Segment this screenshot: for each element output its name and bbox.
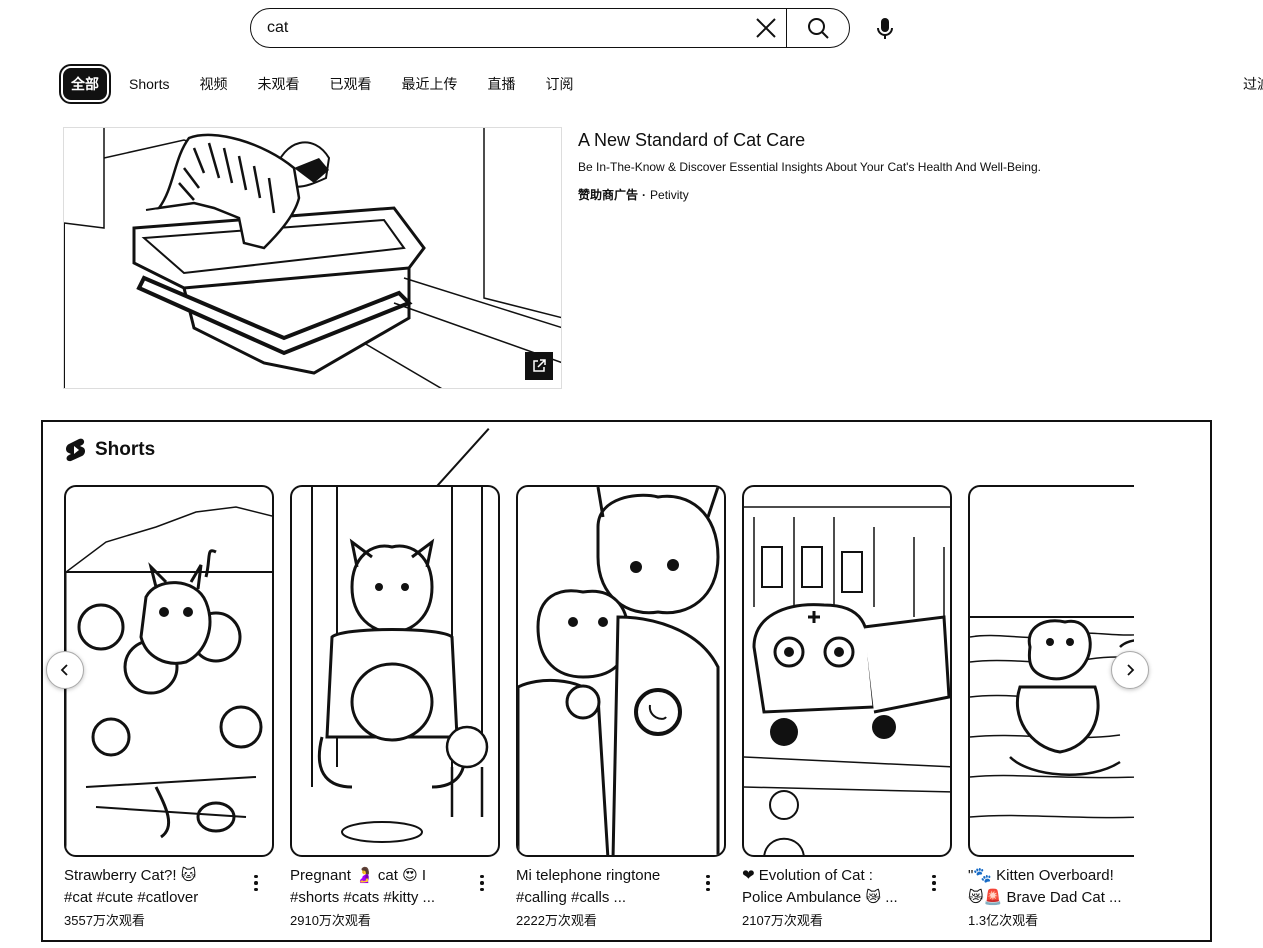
short-thumbnail[interactable] — [516, 485, 726, 857]
short-title-line-1: ❤ Evolution of Cat : — [742, 867, 873, 884]
open-external-button[interactable] — [525, 352, 553, 380]
cat-ambulance-image — [744, 506, 950, 855]
close-icon — [756, 18, 776, 38]
more-vert-icon — [254, 874, 258, 879]
search-icon — [808, 18, 829, 39]
kittens-phone-image — [518, 487, 720, 855]
microphone-icon — [877, 18, 893, 39]
short-thumbnail[interactable] — [968, 485, 1134, 857]
short-title-line-1: Mi telephone ringtone — [516, 867, 661, 884]
short-views: 2107万次观看 — [742, 913, 823, 928]
short-title-line-2: #shorts #cats #kitty ... — [290, 889, 436, 906]
chevron-right-icon — [1127, 664, 1135, 676]
ad-meta: 赞助商广告 · Petivity — [578, 186, 689, 203]
shorts-shelf: Shorts Strawberry Cat?! 🐱 #cat #cute #ca… — [41, 420, 1212, 942]
external-link-icon — [533, 359, 546, 372]
short-title[interactable]: ❤ Evolution of Cat : Police Ambulance 😿 … — [742, 865, 922, 909]
ad-image — [64, 128, 561, 388]
voice-search-button[interactable] — [866, 10, 904, 48]
more-vert-icon — [932, 874, 936, 879]
ad-title[interactable]: A New Standard of Cat Care — [578, 130, 805, 151]
short-card[interactable]: "🐾 Kitten Overboard! 😿🚨 Brave Dad Cat ..… — [968, 485, 1134, 929]
chip-shorts[interactable]: Shorts — [129, 76, 169, 92]
more-vert-icon — [706, 874, 710, 879]
more-options-button[interactable] — [928, 873, 940, 893]
chip-recently-uploaded[interactable]: 最近上传 — [401, 74, 457, 94]
short-title[interactable]: "🐾 Kitten Overboard! 😿🚨 Brave Dad Cat ..… — [968, 865, 1134, 909]
search-bar — [250, 8, 850, 48]
short-thumbnail[interactable] — [742, 485, 952, 857]
separator: · — [642, 188, 647, 202]
more-options-button[interactable] — [476, 873, 488, 893]
ad-thumbnail[interactable] — [63, 127, 562, 389]
short-views: 1.3亿次观看 — [968, 913, 1039, 928]
shorts-logo-icon — [66, 438, 85, 462]
short-card[interactable]: Pregnant 🤰 cat 😍 I #shorts #cats #kitty … — [290, 485, 500, 929]
more-options-button[interactable] — [250, 873, 262, 893]
short-views: 2910万次观看 — [290, 913, 371, 928]
chip-unwatched[interactable]: 未观看 — [257, 74, 299, 94]
scroll-left-button[interactable] — [46, 651, 84, 689]
chip-subscriptions[interactable]: 订阅 — [545, 74, 573, 94]
short-title-line-2: Police Ambulance 😿 ... — [742, 889, 898, 906]
filter-chips: 全部 Shorts 视频 未观看 已观看 最近上传 直播 订阅 — [59, 64, 603, 104]
more-vert-icon — [480, 874, 484, 879]
clear-search-button[interactable] — [748, 10, 784, 46]
short-card[interactable]: Strawberry Cat?! 🐱 #cat #cute #catlover … — [64, 485, 274, 929]
chip-live[interactable]: 直播 — [487, 74, 515, 94]
advertiser-name[interactable]: Petivity — [650, 188, 689, 202]
short-card[interactable]: Mi telephone ringtone #calling #calls ..… — [516, 485, 726, 929]
short-title-line-1: Pregnant 🤰 cat 😍 I — [290, 867, 427, 884]
search-input[interactable] — [267, 19, 748, 37]
short-title-line-1: "🐾 Kitten Overboard! — [968, 867, 1114, 884]
short-title-line-2: #cat #cute #catlover — [64, 889, 199, 906]
short-title-line-2: 😿🚨 Brave Dad Cat ... — [968, 889, 1122, 906]
short-thumbnail[interactable] — [290, 485, 500, 857]
chip-videos[interactable]: 视频 — [199, 74, 227, 94]
short-title[interactable]: Strawberry Cat?! 🐱 #cat #cute #catlover — [64, 865, 244, 909]
ad-description: Be In-The-Know & Discover Essential Insi… — [578, 160, 1041, 174]
short-views: 2222万次观看 — [516, 913, 597, 928]
scroll-right-button[interactable] — [1111, 651, 1149, 689]
short-title[interactable]: Mi telephone ringtone #calling #calls ..… — [516, 865, 696, 909]
kitten-overboard-image — [970, 616, 1134, 819]
short-title[interactable]: Pregnant 🤰 cat 😍 I #shorts #cats #kitty … — [290, 865, 470, 909]
chip-all[interactable]: 全部 — [59, 64, 111, 104]
shorts-heading: Shorts — [65, 438, 155, 462]
short-card[interactable]: ❤ Evolution of Cat : Police Ambulance 😿 … — [742, 485, 952, 929]
shorts-heading-text: Shorts — [95, 439, 156, 460]
pregnant-cat-image — [311, 487, 489, 843]
filter-button[interactable]: 过滤 — [1243, 74, 1263, 94]
short-thumbnail[interactable] — [64, 485, 274, 857]
short-views: 3557万次观看 — [64, 913, 145, 928]
short-title-line-1: Strawberry Cat?! 🐱 — [64, 867, 197, 884]
strawberry-cat-image — [66, 506, 272, 855]
shorts-list: Strawberry Cat?! 🐱 #cat #cute #catlover … — [64, 485, 1134, 940]
chevron-left-icon — [60, 664, 68, 676]
short-title-line-2: #calling #calls ... — [516, 889, 627, 906]
more-options-button[interactable] — [702, 873, 714, 893]
sponsored-label: 赞助商广告 — [578, 188, 639, 202]
chip-watched[interactable]: 已观看 — [329, 74, 371, 94]
search-button[interactable] — [786, 9, 849, 47]
